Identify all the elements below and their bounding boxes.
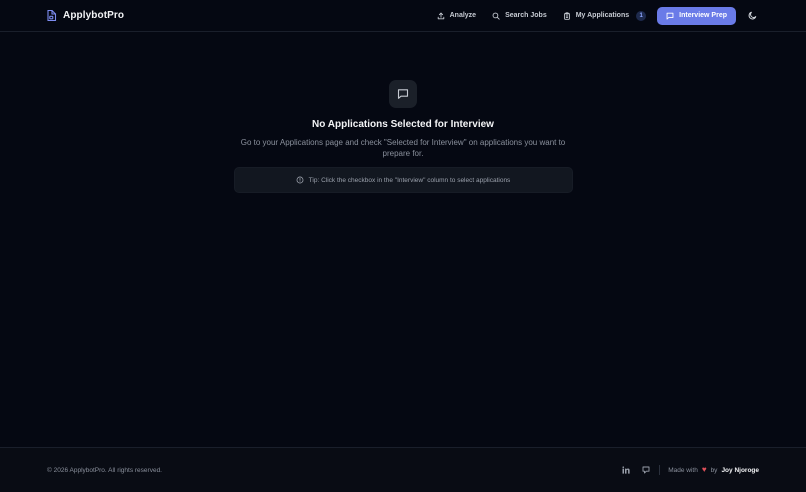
tip-text: Tip: Click the checkbox in the "Intervie… — [308, 176, 511, 184]
app-root: ApplybotPro Analyze Search Jobs My Appli… — [0, 0, 806, 492]
theme-toggle-button[interactable] — [745, 9, 759, 23]
app-logo-icon — [47, 9, 58, 22]
brand[interactable]: ApplybotPro — [47, 9, 124, 22]
top-navbar: ApplybotPro Analyze Search Jobs My Appli… — [0, 0, 806, 32]
clipboard-icon — [563, 11, 570, 20]
nav-search-jobs-label: Search Jobs — [505, 12, 547, 19]
made-with: Made with ♥ by Joy Njoroge — [668, 466, 759, 474]
applications-count-badge: 1 — [636, 10, 647, 21]
author-name[interactable]: Joy Njoroge — [721, 467, 759, 474]
main-nav: Analyze Search Jobs My Applications 1 In… — [429, 0, 759, 32]
footer-divider — [659, 465, 661, 475]
search-icon — [492, 12, 500, 20]
nav-my-applications-label: My Applications — [575, 12, 630, 19]
upload-icon — [437, 12, 444, 19]
message-square-icon — [397, 89, 409, 99]
nav-interview-prep[interactable]: Interview Prep — [657, 6, 736, 25]
brand-name: ApplybotPro — [63, 10, 125, 21]
by-text: by — [710, 466, 718, 474]
made-with-text: Made with — [668, 466, 698, 474]
moon-icon — [748, 11, 756, 20]
tip-box: Tip: Click the checkbox in the "Intervie… — [233, 167, 573, 193]
portfolio-icon[interactable] — [642, 466, 650, 474]
nav-analyze[interactable]: Analyze — [429, 7, 484, 25]
footer-right: Made with ♥ by Joy Njoroge — [622, 465, 759, 475]
nav-interview-prep-label: Interview Prep — [679, 12, 727, 19]
footer: © 2026 ApplybotPro. All rights reserved. — [0, 447, 806, 492]
linkedin-icon[interactable] — [622, 466, 630, 474]
copyright-text: © 2026 ApplybotPro. All rights reserved. — [47, 466, 162, 474]
empty-state: No Applications Selected for Interview G… — [0, 80, 806, 193]
empty-state-description: Go to your Applications page and check "… — [240, 138, 566, 158]
heart-icon: ♥ — [701, 465, 707, 474]
empty-state-icon-box — [389, 80, 417, 108]
nav-search-jobs[interactable]: Search Jobs — [484, 7, 555, 25]
nav-my-applications[interactable]: My Applications 1 — [555, 7, 654, 25]
empty-state-title: No Applications Selected for Interview — [312, 119, 494, 130]
social-links — [622, 466, 650, 474]
message-square-icon — [666, 12, 674, 19]
nav-analyze-label: Analyze — [449, 12, 477, 19]
info-icon — [296, 176, 304, 184]
